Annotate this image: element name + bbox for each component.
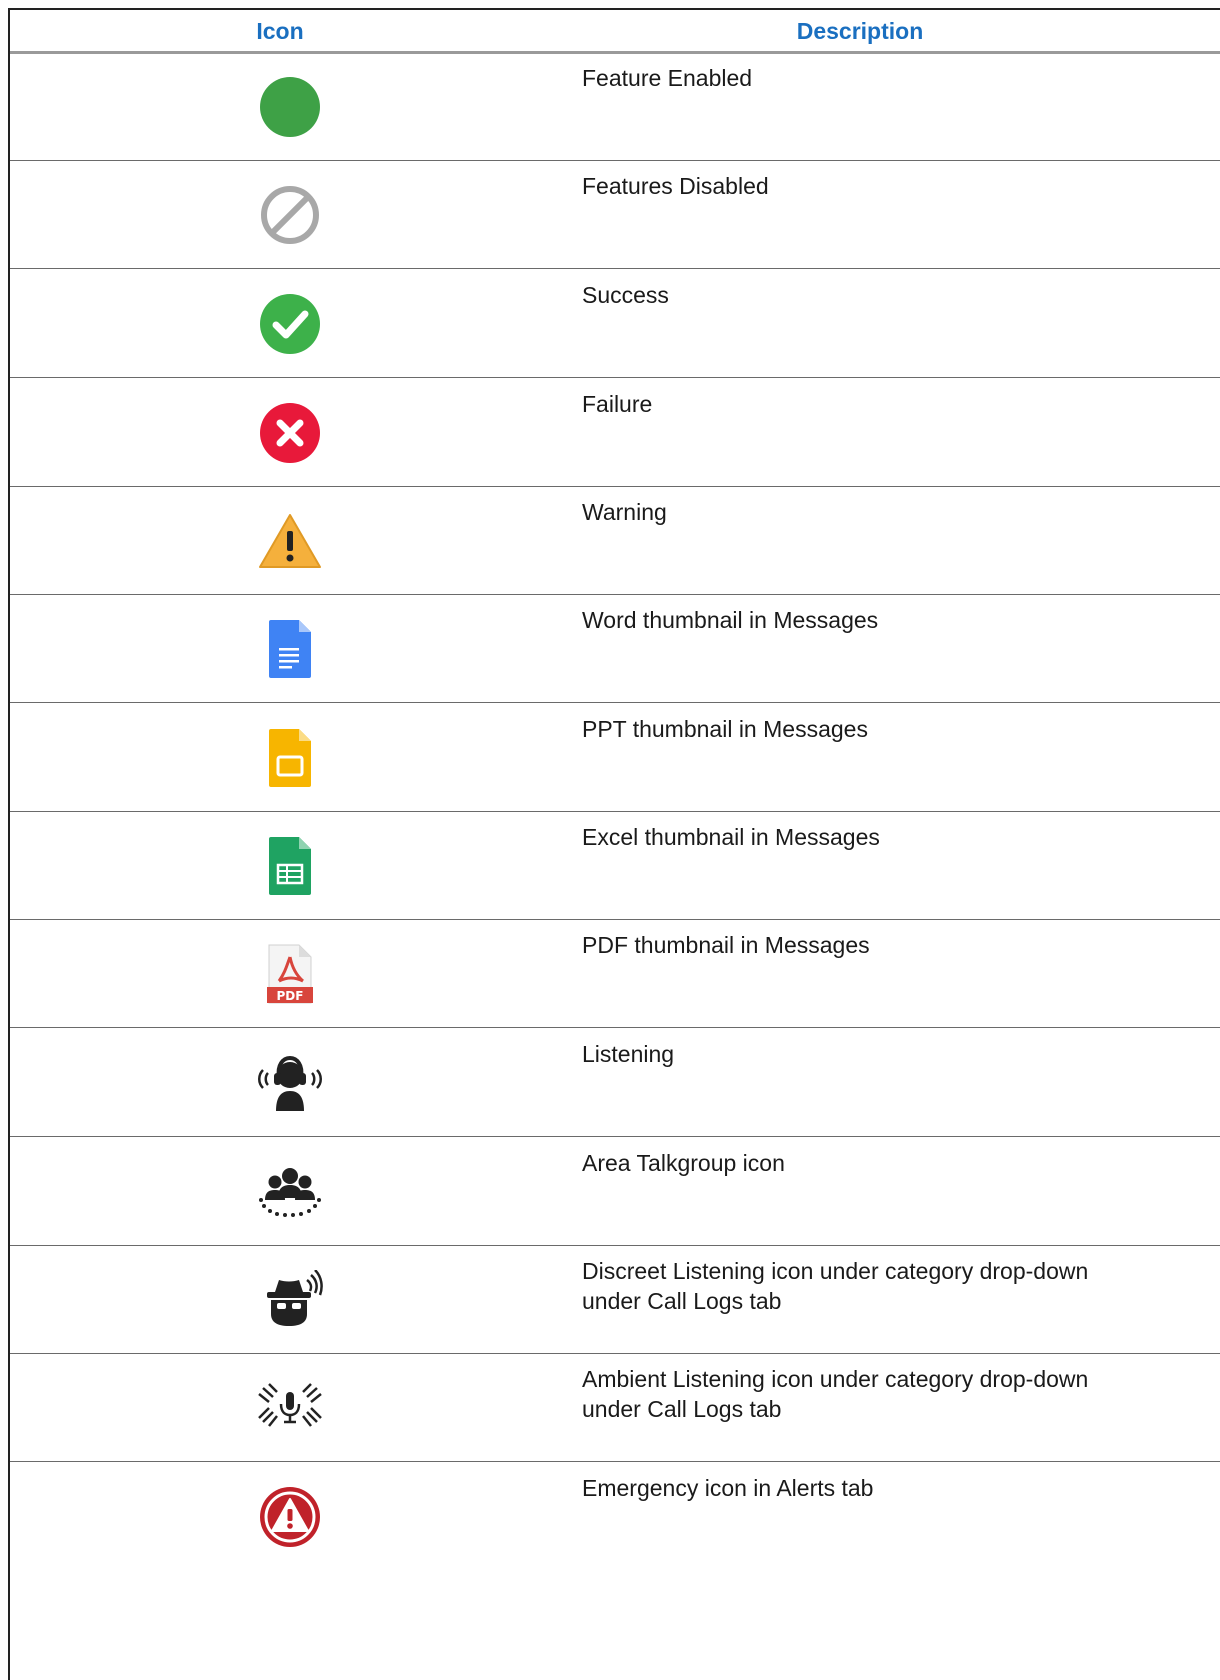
table-row: Word thumbnail in Messages bbox=[10, 595, 1220, 703]
disabled-icon bbox=[261, 186, 319, 244]
listening-icon bbox=[258, 1055, 322, 1111]
row-description: Area Talkgroup icon bbox=[582, 1150, 785, 1176]
table-row: PDF PDF thumbnail in Messages bbox=[10, 920, 1220, 1028]
table-row: PPT thumbnail in Messages bbox=[10, 704, 1220, 812]
row-description: Failure bbox=[582, 391, 653, 417]
success-check-icon bbox=[260, 294, 320, 354]
row-description: Excel thumbnail in Messages bbox=[582, 824, 880, 850]
row-description: Emergency icon in Alerts tab bbox=[582, 1475, 874, 1501]
ambient-listening-icon bbox=[258, 1383, 322, 1427]
svg-text:PDF: PDF bbox=[277, 989, 304, 1003]
table-row: Excel thumbnail in Messages bbox=[10, 812, 1220, 920]
row-description: Success bbox=[582, 282, 669, 308]
warning-triangle-icon bbox=[259, 514, 321, 568]
table-row: Success bbox=[10, 270, 1220, 378]
row-description: Ambient Listening icon under category dr… bbox=[582, 1366, 1089, 1422]
pdf-file-icon: PDF bbox=[267, 944, 313, 1004]
discreet-listening-icon bbox=[267, 1270, 323, 1326]
table-row: Discreet Listening icon under category d… bbox=[10, 1246, 1220, 1354]
row-description: PDF thumbnail in Messages bbox=[582, 932, 870, 958]
description-column-header: Description bbox=[796, 18, 924, 44]
table-row: Ambient Listening icon under category dr… bbox=[10, 1354, 1220, 1462]
table-row: Emergency icon in Alerts tab bbox=[10, 1463, 1220, 1571]
table-row: Failure bbox=[10, 379, 1220, 487]
green-circle-icon bbox=[260, 77, 320, 137]
emergency-icon bbox=[260, 1487, 320, 1547]
row-description: Feature Enabled bbox=[582, 65, 753, 91]
row-description: Warning bbox=[582, 499, 667, 525]
table-row: Area Talkgroup icon bbox=[10, 1138, 1220, 1246]
icon-column-header: Icon bbox=[256, 18, 304, 44]
area-talkgroup-icon bbox=[259, 1168, 321, 1217]
word-doc-icon bbox=[269, 620, 311, 678]
failure-x-icon bbox=[260, 403, 320, 463]
table-row: Listening bbox=[10, 1029, 1220, 1137]
row-description: Listening bbox=[582, 1041, 675, 1067]
table-row: Warning bbox=[10, 487, 1220, 595]
ppt-slides-icon bbox=[269, 729, 311, 787]
row-description: PPT thumbnail in Messages bbox=[582, 716, 868, 742]
excel-sheet-icon bbox=[269, 837, 311, 895]
table-row: Features Disabled bbox=[10, 161, 1220, 269]
table-row: Feature Enabled bbox=[10, 53, 1220, 161]
table-header: Icon Description bbox=[10, 10, 1220, 52]
row-description: Features Disabled bbox=[582, 173, 769, 199]
row-description: Word thumbnail in Messages bbox=[582, 607, 879, 633]
row-description: Discreet Listening icon under category d… bbox=[582, 1258, 1089, 1314]
